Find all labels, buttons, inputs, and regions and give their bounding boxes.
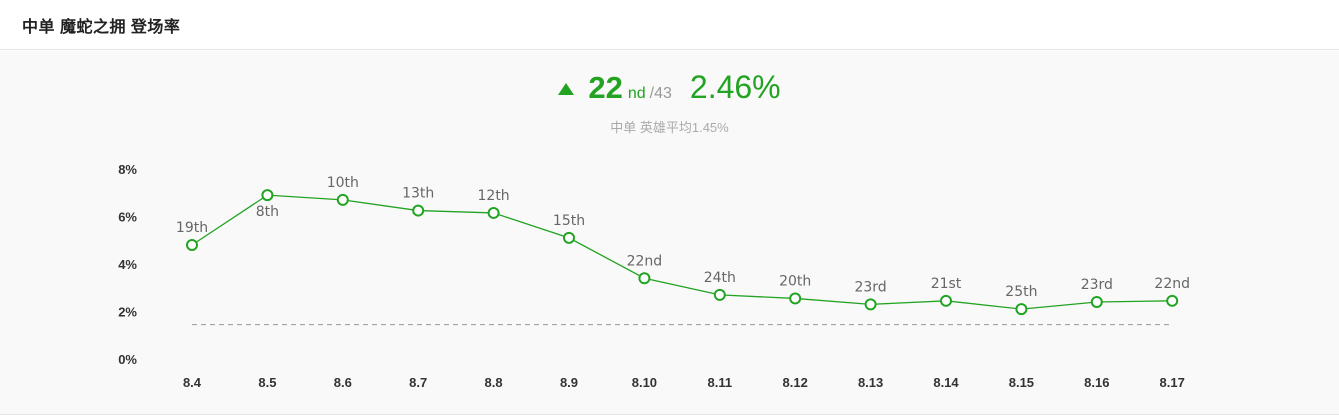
data-point	[864, 298, 877, 311]
data-point	[940, 294, 952, 307]
y-tick-label: 4%	[118, 257, 137, 272]
point-rank-label: 13th	[402, 186, 434, 202]
y-tick-label: 8%	[118, 162, 137, 177]
data-point	[713, 288, 726, 301]
data-point	[638, 272, 651, 285]
point-rank-label: 21st	[931, 276, 962, 292]
data-point	[1015, 303, 1028, 316]
data-point	[261, 189, 274, 202]
y-tick-label: 2%	[118, 305, 137, 320]
data-point	[186, 239, 198, 251]
point-rank-label: 19th	[176, 220, 208, 236]
x-tick-label: 8.4	[183, 375, 202, 390]
data-point	[563, 231, 575, 244]
x-tick-label: 8.11	[708, 375, 733, 390]
point-rank-label: 25th	[1005, 284, 1037, 300]
data-point	[1166, 294, 1179, 307]
data-point	[487, 206, 500, 219]
point-rank-label: 8th	[256, 204, 279, 220]
x-tick-label: 8.9	[560, 375, 578, 390]
x-tick-label: 8.12	[783, 375, 808, 390]
data-point	[1090, 296, 1103, 308]
point-rank-label: 24th	[704, 270, 736, 286]
data-point	[789, 292, 802, 305]
x-tick-label: 8.8	[485, 375, 503, 390]
point-rank-label: 22nd	[627, 253, 663, 269]
point-rank-label: 12th	[478, 188, 510, 204]
x-tick-label: 8.10	[632, 375, 657, 390]
x-tick-label: 8.5	[258, 375, 276, 390]
y-tick-label: 0%	[118, 352, 137, 367]
data-point	[412, 204, 425, 217]
y-tick-label: 6%	[118, 210, 137, 225]
point-rank-label: 20th	[779, 273, 811, 289]
point-rank-label: 23rd	[1081, 277, 1113, 293]
x-tick-label: 8.7	[409, 375, 427, 390]
x-tick-label: 8.15	[1009, 375, 1034, 390]
x-tick-label: 8.13	[858, 375, 883, 390]
point-rank-label: 23rd	[854, 279, 886, 295]
x-tick-label: 8.14	[933, 375, 959, 390]
pick-rate-line-chart: 0% 2% 4% 6% 8% 8.4 8.5 8.6 8.7 8.8 8.9 8.10 8.11 8.12…	[118, 162, 1190, 390]
point-rank-label: 15th	[553, 213, 585, 229]
data-point	[336, 193, 349, 206]
x-tick-label: 8.16	[1084, 375, 1109, 390]
x-tick-label: 8.6	[334, 375, 352, 390]
point-rank-label: 22nd	[1154, 276, 1190, 292]
point-rank-label: 10th	[327, 175, 359, 191]
x-tick-label: 8.17	[1160, 375, 1185, 390]
